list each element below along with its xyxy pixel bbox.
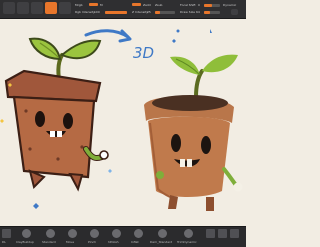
top-toolbar: Mrgb M Rgb Intensity 100 Zadd Zsub Z Int… bbox=[0, 0, 246, 19]
focal-shift-slider[interactable] bbox=[204, 4, 220, 7]
brush-label-3: Move bbox=[66, 240, 75, 244]
stroke-icon[interactable] bbox=[206, 229, 215, 238]
rgb-intensity-label: Rgb Intensity bbox=[75, 10, 95, 14]
z-intensity-value: 25 bbox=[147, 10, 151, 14]
z-intensity-slider[interactable] bbox=[155, 11, 175, 14]
dam-standard-brush-icon[interactable] bbox=[158, 229, 167, 238]
rgb-intensity-value: 100 bbox=[94, 10, 100, 14]
zsub-button[interactable]: Zsub bbox=[155, 3, 162, 7]
brush-palette-bar: DL ClayBuildup Standard Move Pinch hPoli… bbox=[0, 226, 246, 247]
dynamic-toggle-icon[interactable] bbox=[231, 9, 238, 15]
mrgb-button[interactable]: Mrgb bbox=[75, 3, 83, 7]
brush-label-8: TrimDynamic bbox=[177, 240, 197, 244]
m-button[interactable]: M bbox=[100, 3, 103, 7]
zadd-button[interactable]: Zadd bbox=[143, 3, 151, 7]
draw-icon[interactable] bbox=[17, 2, 29, 14]
brush-label-1: ClayBuildup bbox=[16, 240, 34, 244]
3d-annotation-label: 3D bbox=[133, 44, 155, 62]
brush-label-7: Dam_Standard bbox=[150, 240, 173, 244]
material-icon[interactable] bbox=[230, 229, 239, 238]
alpha-icon[interactable] bbox=[218, 229, 227, 238]
zadd-toggle[interactable] bbox=[132, 3, 141, 6]
dynamic-button[interactable]: Dynamic bbox=[223, 3, 236, 7]
draw-size-slider[interactable] bbox=[204, 11, 220, 14]
draw-size-value: 64 bbox=[196, 10, 200, 14]
rgb-intensity-slider[interactable] bbox=[105, 11, 127, 14]
focal-shift-value: 0 bbox=[198, 3, 200, 7]
scale-icon[interactable] bbox=[45, 2, 57, 14]
3d-model-character bbox=[144, 29, 243, 211]
sketch-character bbox=[0, 37, 112, 209]
z-intensity-label: Z Intensity bbox=[132, 10, 149, 14]
pinch-brush-icon[interactable] bbox=[90, 229, 99, 238]
rgb-toggle[interactable] bbox=[89, 3, 98, 6]
claybuildup-brush-icon[interactable] bbox=[22, 229, 31, 238]
rotate-icon[interactable] bbox=[59, 2, 71, 14]
edit-icon[interactable] bbox=[3, 2, 15, 14]
brush-label-6: Inflat bbox=[131, 240, 139, 244]
brush-label-4: Pinch bbox=[88, 240, 97, 244]
draw-size-label: Draw Size bbox=[180, 10, 195, 14]
viewport-canvas[interactable]: 3D bbox=[0, 19, 246, 225]
move-icon[interactable] bbox=[31, 2, 43, 14]
brush-label-5: hPolish bbox=[108, 240, 119, 244]
brush-label-2: Standard bbox=[42, 240, 56, 244]
trimdynamic-brush-icon[interactable] bbox=[184, 229, 193, 238]
brush-label-0: DL bbox=[2, 240, 6, 244]
focal-shift-label: Focal Shift bbox=[180, 3, 196, 7]
hpolish-brush-icon[interactable] bbox=[112, 229, 121, 238]
standard-brush-icon[interactable] bbox=[46, 229, 55, 238]
inflat-brush-icon[interactable] bbox=[134, 229, 143, 238]
move-brush-icon[interactable] bbox=[68, 229, 77, 238]
brush-icon[interactable] bbox=[2, 229, 11, 238]
